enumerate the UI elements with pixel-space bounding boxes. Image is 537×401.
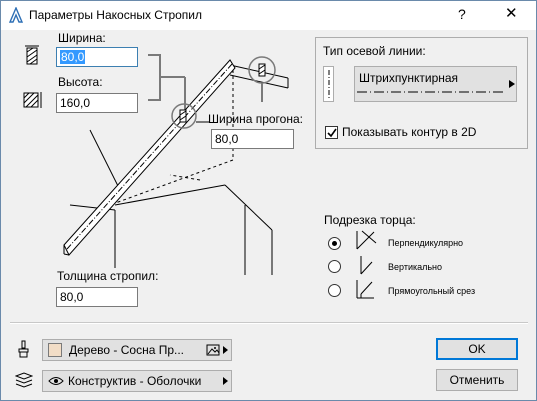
eye-icon xyxy=(48,377,64,385)
dropdown-arrow-icon xyxy=(509,80,515,88)
vertical-cut-icon xyxy=(360,256,373,275)
linetype-name: Штрихпунктирная xyxy=(359,71,459,85)
paint-brush-icon xyxy=(18,340,29,358)
window-title: Параметры Накосных Стропил xyxy=(29,8,202,22)
show-contour-label: Показывать контур в 2D xyxy=(342,125,477,139)
linetype-dropdown[interactable]: Штрихпунктирная xyxy=(354,66,517,102)
dropdown-arrow-icon xyxy=(223,346,228,354)
end-cut-radio-vertical[interactable] xyxy=(328,260,341,273)
ok-button[interactable]: OK xyxy=(436,338,518,360)
title-bar: Параметры Накосных Стропил ? ✕ xyxy=(0,0,537,30)
footer-separator xyxy=(10,322,528,324)
material-dropdown[interactable]: Дерево - Сосна Пр... xyxy=(42,339,232,361)
rafter-thickness-value: 80,0 xyxy=(60,290,84,304)
vertical-dash-dot-icon xyxy=(328,70,330,100)
end-cut-option-rectangular: Прямоугольный срез xyxy=(388,286,476,296)
layer-name: Конструктив - Оболочки xyxy=(68,374,202,388)
radio-selected-dot xyxy=(332,241,337,246)
layer-dropdown[interactable]: Конструктив - Оболочки xyxy=(42,370,232,392)
archicad-app-icon xyxy=(8,7,24,23)
purlin-width-value: 80,0 xyxy=(215,132,239,146)
perpendicular-cut-icon xyxy=(356,230,377,250)
layers-icon xyxy=(15,372,33,388)
dropdown-arrow-icon xyxy=(223,377,228,385)
linetype-preview-swatch xyxy=(323,66,334,102)
end-cut-option-perpendicular: Перпендикулярно xyxy=(388,238,464,248)
rectangular-cut-icon xyxy=(356,280,374,299)
rafter-diagram xyxy=(63,54,289,275)
image-preview-icon xyxy=(206,344,220,356)
checkmark-icon xyxy=(327,128,337,138)
end-cut-radio-rectangular[interactable] xyxy=(328,284,341,297)
linetype-pattern-icon xyxy=(357,91,503,93)
help-button[interactable]: ? xyxy=(458,6,466,22)
close-button[interactable]: ✕ xyxy=(505,4,518,22)
height-icon xyxy=(23,92,42,108)
material-name: Дерево - Сосна Пр... xyxy=(69,343,185,357)
show-contour-checkbox[interactable] xyxy=(325,126,338,139)
end-cut-radio-perpendicular[interactable] xyxy=(328,237,341,250)
end-cut-option-vertical: Вертикально xyxy=(388,262,443,272)
rafter-thickness-label: Толщина стропил: xyxy=(57,269,159,283)
purlin-width-input[interactable]: 80,0 xyxy=(211,129,294,149)
cancel-button[interactable]: Отменить xyxy=(436,369,518,391)
material-swatch xyxy=(48,343,62,357)
end-cut-label: Подрезка торца: xyxy=(324,213,416,227)
rafter-thickness-input[interactable]: 80,0 xyxy=(56,287,138,307)
width-icon xyxy=(25,45,39,65)
axis-line-group-label: Тип осевой линии: xyxy=(323,44,426,58)
purlin-width-label: Ширина прогона: xyxy=(208,112,303,126)
